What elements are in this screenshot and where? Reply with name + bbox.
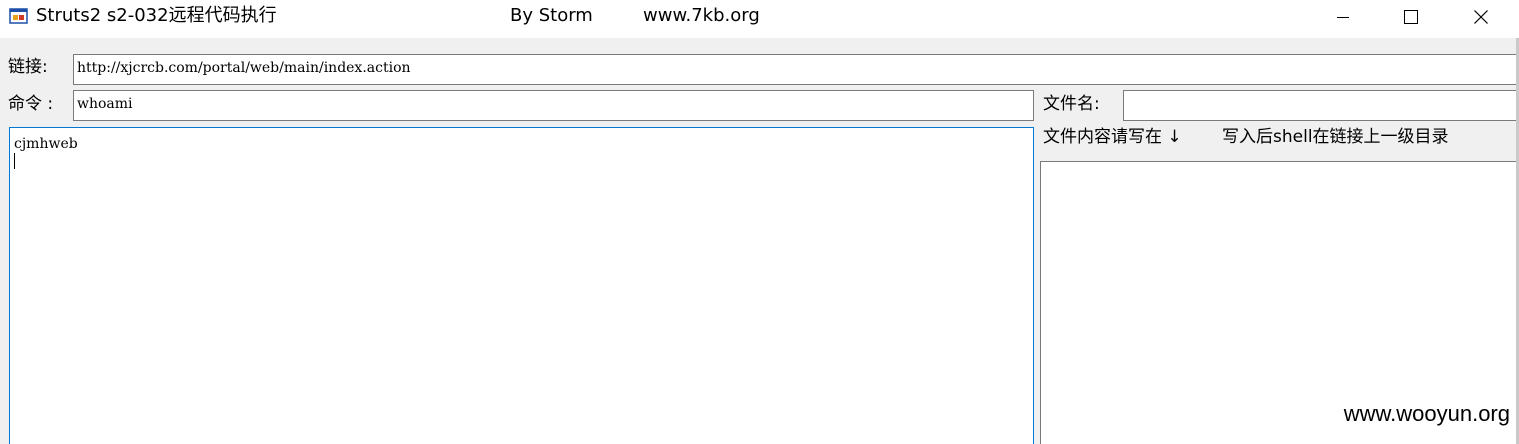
author-credit: By Storm xyxy=(510,5,593,26)
minimize-button[interactable] xyxy=(1308,0,1378,34)
maximize-icon xyxy=(1404,10,1418,24)
close-button[interactable] xyxy=(1446,0,1516,34)
app-window-icon xyxy=(9,8,28,24)
text-cursor xyxy=(14,153,15,169)
url-label: 链接: xyxy=(8,57,48,77)
filename-input[interactable] xyxy=(1123,90,1519,121)
command-output-area[interactable]: cjmhweb xyxy=(9,127,1034,444)
file-content-hint: 文件内容请写在 ↓ xyxy=(1043,127,1182,147)
command-label: 命令 : xyxy=(8,94,54,114)
title-bar[interactable]: Struts2 s2-032远程代码执行 By Storm www.7kb.or… xyxy=(0,0,1519,38)
output-text: cjmhweb xyxy=(14,136,78,152)
minimize-icon xyxy=(1337,17,1349,18)
watermark: www.wooyun.org xyxy=(1343,401,1510,426)
site-credit: www.7kb.org xyxy=(643,5,760,26)
maximize-button[interactable] xyxy=(1376,0,1446,34)
command-input[interactable]: whoami xyxy=(73,90,1034,121)
shell-location-note: 写入后shell在链接上一级目录 xyxy=(1222,127,1449,147)
window-title: Struts2 s2-032远程代码执行 xyxy=(36,5,277,26)
filename-label: 文件名: xyxy=(1043,94,1100,114)
url-input[interactable]: http://xjcrcb.com/portal/web/main/index.… xyxy=(73,54,1519,85)
close-icon xyxy=(1474,10,1488,24)
